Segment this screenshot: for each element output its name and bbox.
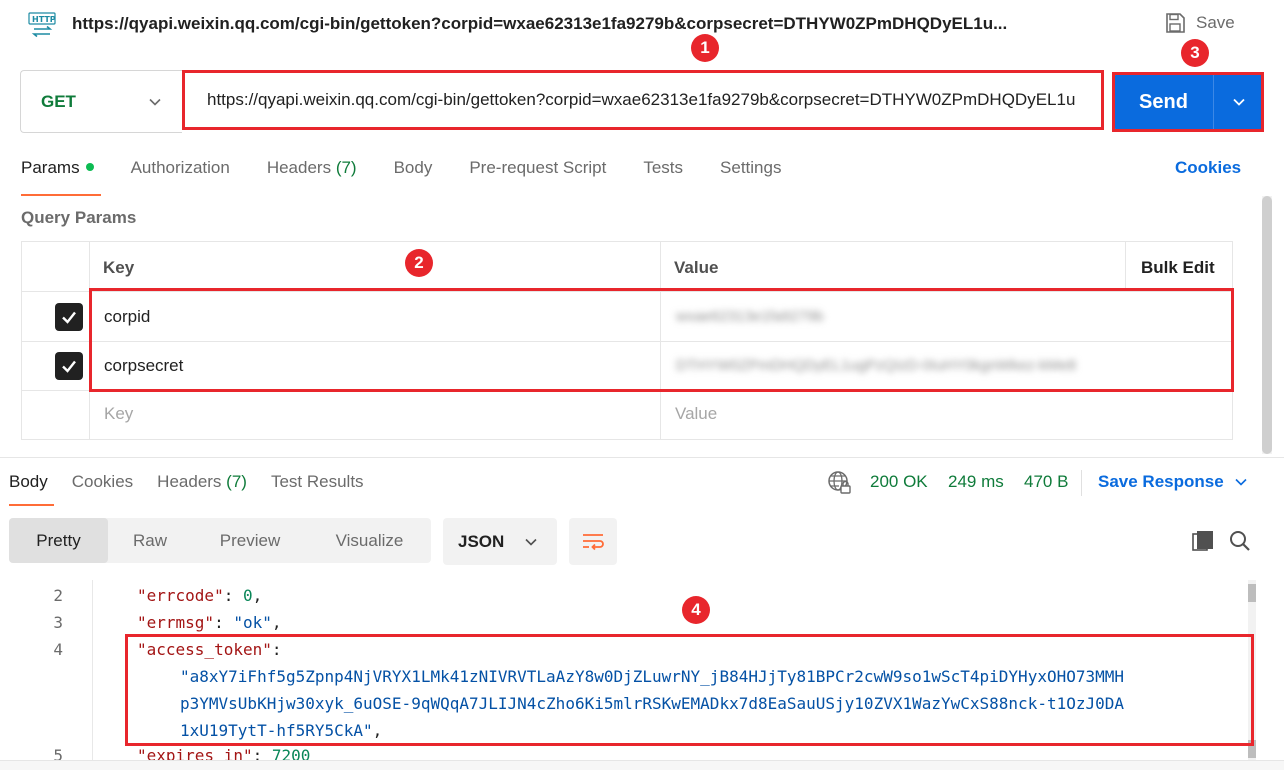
method-value: GET <box>41 91 76 111</box>
chevron-down-icon <box>149 98 161 106</box>
format-pretty-button[interactable]: Pretty <box>9 518 108 563</box>
response-time[interactable]: 249 ms <box>948 472 1004 492</box>
chevron-down-icon <box>525 538 537 546</box>
tab-body[interactable]: Body <box>394 158 433 178</box>
cookies-link[interactable]: Cookies <box>1175 158 1241 178</box>
code-scrollbar-thumb[interactable] <box>1248 584 1256 602</box>
save-response-button[interactable]: Save Response <box>1098 472 1248 492</box>
code-line-expires: "expires_in": 7200 <box>137 746 311 760</box>
save-label: Save <box>1196 13 1235 32</box>
request-scrollbar-thumb[interactable] <box>1262 196 1272 454</box>
check-icon <box>62 360 76 373</box>
tab-params[interactable]: Params <box>21 158 94 178</box>
active-tab-underline <box>21 194 101 196</box>
response-status[interactable]: 200 OK <box>870 472 928 492</box>
request-tabs: Params Authorization Headers (7) Body Pr… <box>21 158 818 178</box>
request-title: https://qyapi.weixin.qq.com/cgi-bin/gett… <box>72 14 1008 33</box>
http-request-icon: HTTP <box>28 10 58 40</box>
search-icon[interactable] <box>1228 529 1252 558</box>
tab-response-cookies[interactable]: Cookies <box>72 472 133 492</box>
meta-separator <box>1081 470 1082 496</box>
status-bar <box>0 760 1284 770</box>
save-response-label: Save Response <box>1098 472 1224 491</box>
line-number: 3 <box>53 613 63 632</box>
tab-params-label: Params <box>21 158 80 177</box>
annotation-box-token <box>125 634 1254 746</box>
annotation-badge-3: 3 <box>1181 39 1209 67</box>
line-number: 2 <box>53 586 63 605</box>
tab-settings[interactable]: Settings <box>720 158 781 178</box>
params-active-dot <box>85 162 94 171</box>
tab-authorization[interactable]: Authorization <box>131 158 230 178</box>
query-params-title: Query Params <box>21 208 137 227</box>
tab-tests[interactable]: Tests <box>643 158 683 178</box>
svg-text:HTTP: HTTP <box>32 15 56 24</box>
code-line-errmsg: "errmsg": "ok", <box>137 613 282 632</box>
new-param-value-input[interactable]: Value <box>675 404 717 424</box>
tab-headers-count: (7) <box>335 158 357 177</box>
annotation-box-send <box>1112 72 1264 132</box>
format-preview-button[interactable]: Preview <box>192 518 308 563</box>
column-header-value: Value <box>674 258 719 277</box>
active-response-tab-underline <box>9 504 54 506</box>
globe-lock-icon[interactable] <box>826 469 854 502</box>
tab-response-headers-label: Headers <box>157 472 222 491</box>
param-checkbox-corpsecret[interactable] <box>55 352 83 380</box>
tab-headers[interactable]: Headers (7) <box>267 158 357 178</box>
format-visualize-button[interactable]: Visualize <box>308 518 431 563</box>
wrap-lines-icon <box>583 533 604 550</box>
tab-response-headers[interactable]: Headers (7) <box>157 472 247 492</box>
tab-response-headers-count: (7) <box>226 472 247 491</box>
format-toggle-group: Pretty Raw Preview Visualize <box>9 518 431 563</box>
annotation-box-url <box>182 70 1104 130</box>
format-raw-button[interactable]: Raw <box>108 518 192 563</box>
language-select[interactable]: JSON <box>443 518 557 565</box>
tab-headers-label: Headers <box>266 158 332 177</box>
response-size[interactable]: 470 B <box>1024 472 1068 492</box>
pane-divider[interactable] <box>0 457 1284 458</box>
tab-prerequest-script[interactable]: Pre-request Script <box>469 158 606 178</box>
chevron-down-icon <box>1235 478 1247 486</box>
language-value: JSON <box>458 531 505 551</box>
line-number: 5 <box>53 746 63 760</box>
method-select[interactable]: GET <box>20 70 182 133</box>
save-button[interactable]: Save <box>1164 12 1235 34</box>
new-param-key-input[interactable]: Key <box>104 404 133 424</box>
tab-response-body[interactable]: Body <box>9 472 48 492</box>
column-header-key: Key <box>103 258 135 277</box>
param-checkbox-corpid[interactable] <box>55 303 83 331</box>
annotation-box-params <box>89 288 1234 392</box>
check-icon <box>62 311 76 324</box>
annotation-badge-4: 4 <box>682 596 710 624</box>
tab-test-results[interactable]: Test Results <box>271 472 364 492</box>
bulk-edit-button[interactable]: Bulk Edit <box>1141 258 1215 278</box>
annotation-badge-2: 2 <box>405 249 433 277</box>
save-icon <box>1166 13 1185 33</box>
code-line-errcode: "errcode": 0, <box>137 586 263 605</box>
copy-icon[interactable] <box>1191 529 1215 558</box>
line-number: 4 <box>53 640 63 659</box>
response-tabs: Body Cookies Headers (7) Test Results <box>9 472 388 492</box>
wrap-lines-button[interactable] <box>569 518 617 565</box>
annotation-badge-1: 1 <box>691 34 719 62</box>
